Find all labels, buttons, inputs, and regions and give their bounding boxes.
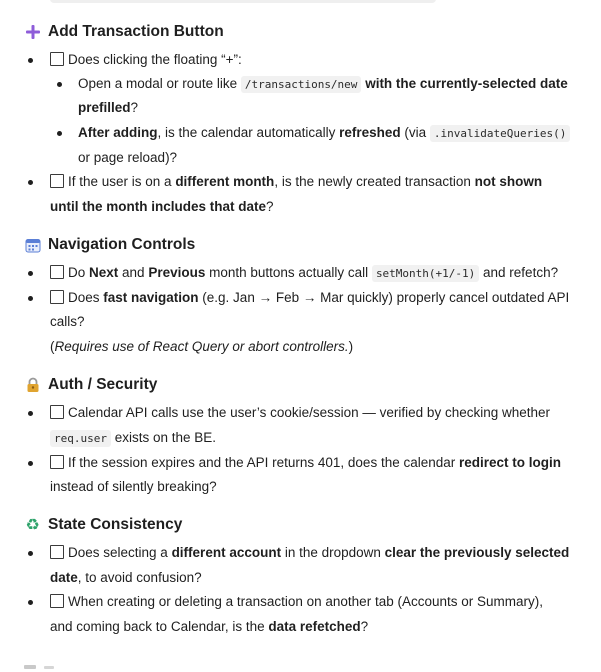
checklist-item: Does fast navigation (e.g. Jan → Feb → M…: [50, 288, 569, 308]
section-heading-navigation: Navigation Controls: [24, 234, 195, 256]
next-section-icon-cut-off: [24, 656, 54, 669]
bullet: [28, 551, 33, 556]
checklist-item-continued: instead of silently breaking?: [50, 479, 217, 494]
bullet: [28, 411, 33, 416]
bullet: [28, 58, 33, 63]
inline-code: req.user: [50, 430, 111, 447]
section-title: Navigation Controls: [48, 236, 196, 253]
checkbox[interactable]: [50, 455, 64, 469]
inline-code: setMonth(+1/-1): [371, 265, 480, 282]
section-heading-auth: Auth / Security: [24, 374, 157, 396]
checkbox[interactable]: [50, 594, 64, 608]
checklist-item: Do Next and Previous month buttons actua…: [50, 263, 558, 283]
section-heading-state: ♻ State Consistency: [24, 514, 182, 536]
checklist-item: When creating or deleting a transaction …: [50, 592, 543, 612]
checklist-item: If the session expires and the API retur…: [50, 453, 561, 473]
bullet: [28, 271, 33, 276]
checklist-item-continued: calls?: [50, 314, 85, 329]
checklist-item-continued: req.user exists on the BE.: [50, 428, 216, 448]
section-title: State Consistency: [48, 516, 183, 533]
bullet: [28, 296, 33, 301]
sub-bullet: [57, 82, 62, 87]
calendar-icon: [24, 237, 41, 254]
bullet: [28, 600, 33, 605]
section-heading-add-transaction: Add Transaction Button: [24, 21, 224, 43]
plus-icon: [24, 24, 41, 41]
checkbox[interactable]: [50, 545, 64, 559]
checklist-item: Does clicking the floating “+”:: [50, 50, 242, 70]
sub-item-continued: prefilled?: [78, 100, 139, 115]
sub-bullet: [57, 131, 62, 136]
checkbox[interactable]: [50, 174, 64, 188]
checklist-item-continued: until the month includes that date?: [50, 199, 274, 214]
lock-icon: [24, 377, 41, 394]
inline-code: .invalidateQueries(): [429, 125, 571, 142]
previous-content-edge: [50, 0, 436, 3]
checklist-item: Does selecting a different account in th…: [50, 543, 569, 563]
bullet: [28, 461, 33, 466]
checklist-item-continued: date, to avoid confusion?: [50, 570, 202, 585]
sub-item-continued: or page reload)?: [78, 150, 178, 165]
checkbox[interactable]: [50, 265, 64, 279]
checklist-item-continued: and coming back to Calendar, is the data…: [50, 619, 369, 634]
sub-item: Open a modal or route like /transactions…: [78, 76, 568, 93]
note: (Requires use of React Query or abort co…: [50, 339, 354, 354]
checkbox[interactable]: [50, 52, 64, 66]
checkbox[interactable]: [50, 290, 64, 304]
bullet: [28, 180, 33, 185]
checklist-item: Calendar API calls use the user’s cookie…: [50, 403, 550, 423]
checkbox[interactable]: [50, 405, 64, 419]
checklist-item: If the user is on a different month, is …: [50, 172, 542, 192]
section-title: Auth / Security: [48, 376, 158, 393]
inline-code: /transactions/new: [240, 76, 362, 93]
recycle-icon: ♻: [25, 515, 40, 534]
sub-item: After adding, is the calendar automatica…: [78, 123, 571, 143]
section-title: Add Transaction Button: [48, 23, 224, 40]
